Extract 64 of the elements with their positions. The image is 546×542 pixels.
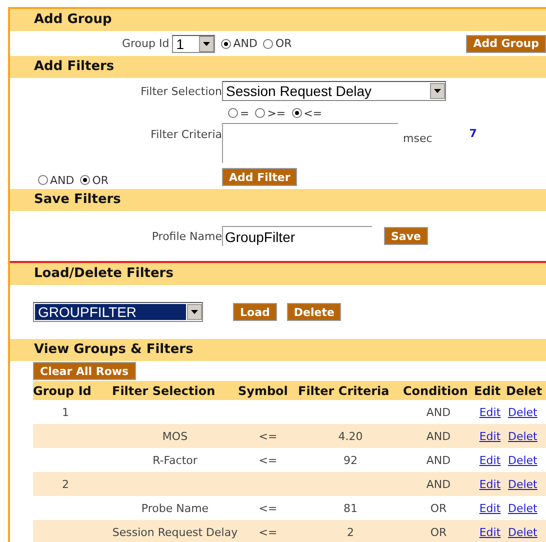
table-cell: Probe Name: [141, 502, 209, 514]
table-cell: R-Factor: [152, 454, 198, 466]
table-cell: OR: [430, 502, 447, 514]
group-id-select[interactable]: 1: [172, 34, 216, 52]
clear-all-rows-button[interactable]: Clear All Rows: [33, 362, 136, 380]
edit-link[interactable]: Edit: [479, 406, 501, 418]
delete-link[interactable]: Delet: [508, 454, 538, 466]
table-cell: 81: [344, 502, 358, 514]
table-cell: 1: [62, 406, 69, 418]
column-header: Edit: [474, 381, 506, 400]
column-header: Delet: [506, 381, 546, 400]
edit-link[interactable]: Edit: [479, 502, 501, 514]
table-cell: <=: [258, 454, 278, 466]
delete-link[interactable]: Delet: [508, 406, 538, 418]
caret-icon: [203, 42, 210, 46]
table-cell: AND: [426, 430, 451, 442]
radio-option[interactable]: OR: [80, 174, 109, 186]
radio-option[interactable]: OR: [263, 37, 292, 50]
character-count: 7: [469, 127, 477, 140]
section-header: Add Group: [10, 9, 546, 31]
add-filter-button[interactable]: Add Filter: [222, 168, 298, 186]
profile-name-label: Profile Name: [150, 230, 222, 242]
profile-name-field[interactable]: GroupFilter: [222, 226, 372, 246]
section-header: View Groups & Filters: [10, 339, 546, 361]
profile-select[interactable]: GROUPFILTER: [33, 302, 203, 322]
column-header: Symbol: [238, 381, 298, 400]
table-cell: 92: [344, 454, 358, 466]
section-header: Save Filters: [10, 189, 546, 211]
table-cell: <=: [258, 502, 278, 514]
operator-radio[interactable]: <=: [292, 106, 322, 120]
radio-option[interactable]: AND: [221, 37, 258, 50]
radio-option[interactable]: AND: [38, 174, 74, 186]
table-cell: MOS: [162, 430, 188, 442]
section-header: Add Filters: [10, 56, 546, 78]
caret-icon: [191, 310, 198, 314]
table-cell: Session Request Delay: [112, 526, 238, 538]
table-cell: 2: [347, 526, 354, 538]
edit-link[interactable]: Edit: [479, 454, 501, 466]
table-cell: 2: [62, 478, 69, 490]
filter-selection-label: Filter Selection: [140, 84, 222, 98]
action-button[interactable]: Load: [233, 303, 277, 321]
operator-radio[interactable]: >=: [255, 106, 286, 120]
add-group-button[interactable]: Add Group: [466, 34, 546, 52]
table-cell: OR: [430, 526, 447, 538]
column-header: Group Id: [33, 381, 112, 400]
column-header: Filter Selection: [112, 381, 238, 400]
column-header: Filter Criteria: [298, 381, 403, 400]
operator-radio[interactable]: =: [228, 106, 250, 120]
table-cell: <=: [258, 430, 278, 442]
caret-icon: [434, 89, 441, 93]
delete-link[interactable]: Delet: [508, 502, 538, 514]
column-header: Condition: [403, 381, 474, 400]
table-cell: 4.20: [338, 430, 363, 442]
table-cell: AND: [426, 406, 451, 418]
table-cell: AND: [426, 454, 451, 466]
filter-criteria-label: Filter Criteria: [150, 127, 222, 141]
group-id-label: Group Id: [122, 37, 170, 50]
unit-label: msec: [403, 132, 432, 145]
table-cell: <=: [258, 526, 278, 538]
save-button[interactable]: Save: [384, 227, 428, 245]
action-button[interactable]: Delete: [286, 303, 342, 321]
filter-selection-select[interactable]: Session Request Delay: [222, 81, 446, 101]
section-header: Load/Delete Filters: [10, 263, 546, 285]
table-cell: AND: [426, 478, 451, 490]
